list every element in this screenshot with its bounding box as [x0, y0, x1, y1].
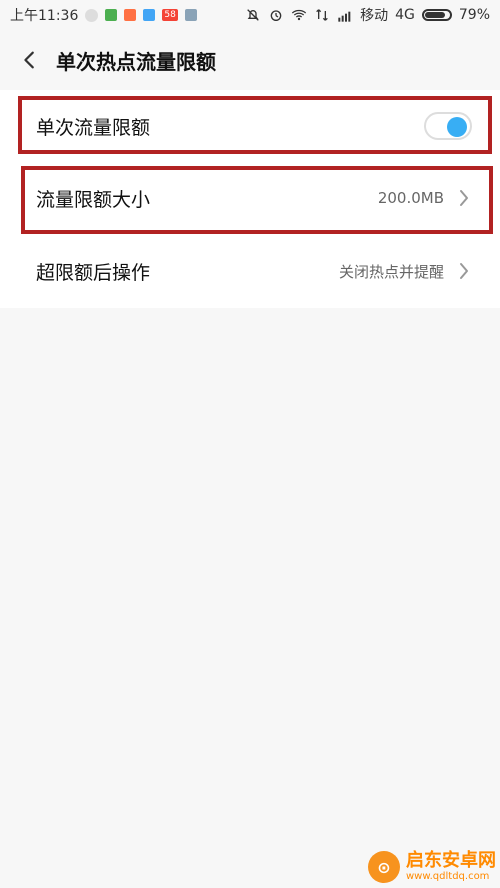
watermark-url: www.qdltdq.com: [406, 871, 490, 882]
gray-app-icon: [184, 9, 197, 21]
setting-row-single-limit[interactable]: 单次流量限额: [0, 90, 500, 162]
watermark-cn: 启东安卓网: [406, 850, 496, 871]
battery-icon: [421, 9, 452, 21]
single-limit-toggle[interactable]: [424, 112, 472, 140]
status-left: 上午11:36 58: [10, 5, 197, 25]
carrier-label: 移动: [360, 8, 389, 24]
back-chevron-icon: [24, 51, 34, 69]
watermark-text: 启东安卓网 www.qdltdq.com: [406, 852, 496, 882]
setting-right: 200.0MB: [378, 188, 472, 208]
alarm-icon: [270, 10, 282, 21]
status-bar: 上午11:36 58 移动 4G 79%: [0, 0, 500, 30]
settings-list: 单次流量限额 流量限额大小 200.0MB 超限额后操作 关闭热点并提醒: [0, 90, 500, 308]
page-title: 单次热点流量限额: [56, 49, 216, 74]
battery-percent: 79%: [458, 7, 490, 23]
orange-app-icon: [124, 9, 137, 21]
setting-row-over-limit-action[interactable]: 超限额后操作 关闭热点并提醒: [0, 235, 500, 307]
app-58-icon: 58: [162, 9, 178, 21]
back-button[interactable]: [12, 42, 48, 78]
setting-label: 超限额后操作: [36, 261, 151, 284]
toggle-knob: [447, 117, 467, 137]
setting-value: 关闭热点并提醒: [338, 262, 444, 281]
mute-bell-icon: [247, 9, 259, 21]
clock-notification-icon: [85, 8, 99, 22]
chevron-right-icon: [456, 188, 472, 208]
data-transfer-icon: [316, 9, 328, 21]
network-label: 4G: [395, 7, 415, 23]
green-app-icon: [105, 9, 118, 21]
chevron-right-icon: [456, 261, 472, 281]
wifi-icon: [291, 9, 307, 21]
signal-icon: [338, 11, 351, 22]
blue-app-icon: [143, 9, 156, 21]
setting-right: 关闭热点并提醒: [339, 261, 472, 282]
setting-label: 流量限额大小: [36, 188, 151, 211]
status-time: 上午11:36: [10, 8, 79, 24]
watermark: ⊙ 启东安卓网 www.qdltdq.com: [368, 846, 500, 888]
setting-value: 200.0MB: [377, 189, 444, 207]
setting-label: 单次流量限额: [36, 116, 151, 139]
setting-row-limit-size[interactable]: 流量限额大小 200.0MB: [0, 162, 500, 234]
page-header: 单次热点流量限额: [0, 30, 500, 90]
watermark-logo-icon: ⊙: [368, 851, 400, 883]
status-right: 移动 4G 79%: [245, 5, 490, 25]
